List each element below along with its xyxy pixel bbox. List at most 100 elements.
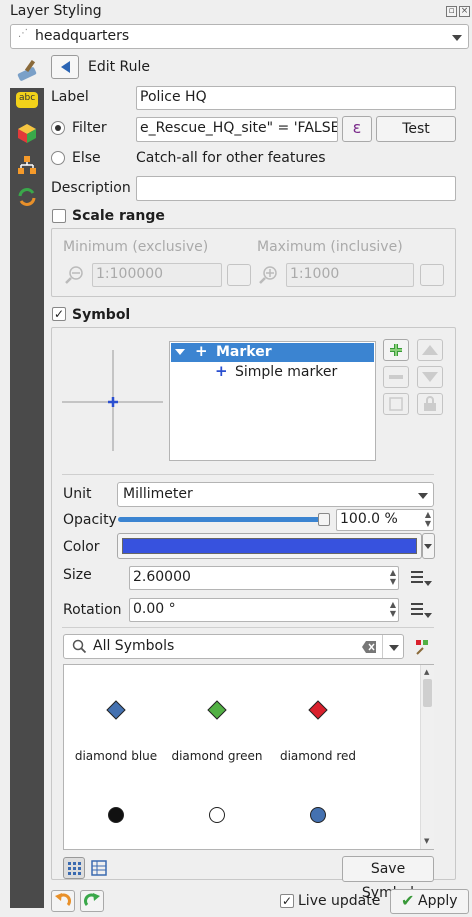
back-arrow-icon	[61, 61, 70, 73]
chevron-down-icon	[418, 493, 428, 499]
else-description: Catch-all for other features	[136, 150, 326, 166]
label-caption: Label	[51, 89, 89, 105]
labels-icon[interactable]: abc	[16, 92, 38, 108]
chevron-down-icon	[389, 645, 399, 651]
divider	[62, 627, 434, 628]
back-button[interactable]	[51, 55, 79, 79]
window-title: Layer Styling	[10, 3, 102, 19]
spin-icon[interactable]: ▲ ▼	[425, 510, 431, 528]
symbol-list[interactable]: ▲ ▼ diamond blue diamond green diamond red	[63, 664, 434, 850]
style-brush-icon	[16, 58, 40, 82]
apply-label: Apply	[418, 893, 458, 909]
scrollbar-handle[interactable]	[423, 679, 432, 707]
scale-range-checkbox[interactable]	[52, 209, 66, 223]
min-scale-map-button[interactable]	[227, 264, 251, 286]
max-scale-caption: Maximum (inclusive)	[257, 239, 403, 255]
list-view-button[interactable]	[89, 858, 109, 878]
symbol-item[interactable]: diamond red	[268, 699, 368, 763]
styling-sidebar: abc	[10, 88, 44, 908]
remove-layer-button[interactable]	[383, 366, 409, 388]
circle-symbol-icon	[66, 804, 166, 826]
symbol-item[interactable]	[167, 804, 267, 854]
icon-view-button[interactable]	[63, 857, 85, 879]
circle-symbol-icon	[167, 804, 267, 826]
divider	[62, 474, 434, 475]
opacity-input[interactable]: 100.0 % ▲ ▼	[336, 509, 434, 531]
duplicate-layer-button[interactable]	[383, 393, 409, 415]
opacity-value: 100.0 %	[340, 511, 398, 527]
unit-value: Millimeter	[123, 486, 193, 502]
test-button[interactable]: Test	[376, 116, 456, 142]
circle-symbol-icon	[268, 804, 368, 826]
move-up-button[interactable]	[417, 339, 443, 361]
diamond-symbol-icon	[66, 699, 166, 721]
lock-layer-button[interactable]	[417, 393, 443, 415]
unit-selector[interactable]: Millimeter	[117, 482, 434, 507]
symbol-list-scrollbar[interactable]: ▲ ▼	[420, 665, 434, 849]
description-input[interactable]	[136, 176, 456, 201]
else-radio[interactable]	[51, 151, 65, 165]
tree-item-simple-marker[interactable]: + Simple marker	[171, 362, 374, 382]
label-input[interactable]: Police HQ	[136, 86, 456, 110]
data-defined-override-icon[interactable]	[408, 599, 434, 621]
symbol-layer-tree[interactable]: + Marker + Simple marker	[169, 341, 376, 461]
redo-button[interactable]	[80, 890, 104, 912]
float-icon[interactable]: ▫	[446, 6, 457, 17]
spin-icon[interactable]: ▲ ▼	[390, 568, 396, 586]
min-scale-input[interactable]: 1:100000	[92, 263, 222, 287]
symbol-item[interactable]: diamond blue	[66, 699, 166, 763]
symbol-checkbox[interactable]: ✓	[52, 307, 66, 321]
color-caption: Color	[63, 539, 100, 555]
symbol-library-search[interactable]: All Symbols	[63, 634, 404, 659]
max-scale-input[interactable]: 1:1000	[286, 263, 414, 287]
opacity-caption: Opacity	[63, 512, 117, 528]
rotation-value: 0.00 °	[133, 601, 176, 617]
opacity-slider-fill	[118, 517, 324, 522]
clear-icon[interactable]	[362, 641, 376, 653]
expression-builder-button[interactable]: ε	[342, 116, 372, 142]
filter-radio[interactable]	[51, 121, 65, 135]
marker-cross-icon: +	[215, 362, 228, 380]
undo-button[interactable]	[51, 890, 75, 912]
layer-selector[interactable]: ⋰ headquarters	[10, 24, 469, 49]
max-scale-map-button[interactable]	[420, 264, 444, 286]
3d-view-icon[interactable]	[16, 122, 38, 144]
close-icon[interactable]: ×	[459, 6, 470, 17]
diamond-symbol-icon	[268, 699, 368, 721]
symbol-item[interactable]: diamond green	[167, 699, 267, 763]
zoom-in-icon	[257, 264, 279, 286]
add-layer-button[interactable]	[383, 339, 409, 361]
search-icon	[72, 639, 88, 655]
apply-button[interactable]: ✔ Apply	[390, 889, 469, 914]
opacity-slider-handle[interactable]	[318, 513, 330, 526]
symbol-item[interactable]	[66, 804, 166, 854]
tree-item-marker[interactable]: + Marker	[171, 342, 374, 362]
symbol-item[interactable]	[268, 804, 368, 854]
move-down-button[interactable]	[417, 366, 443, 388]
size-input[interactable]: 2.60000 ▲ ▼	[129, 566, 399, 590]
save-symbol-button[interactable]: Save Symbol	[342, 856, 434, 901]
live-update-label: Live update	[298, 893, 381, 909]
opacity-slider[interactable]	[118, 513, 330, 527]
expand-icon[interactable]	[175, 349, 185, 355]
symbol-name: diamond green	[171, 749, 263, 763]
description-caption: Description	[51, 180, 131, 196]
filter-expression-input[interactable]: e_Rescue_HQ_site" = 'FALSE'	[136, 117, 338, 142]
checkmark-icon: ✔	[401, 891, 415, 910]
tree-root-label: Marker	[216, 344, 272, 360]
data-defined-override-icon[interactable]	[408, 567, 434, 589]
style-manager-icon[interactable]	[413, 636, 433, 656]
history-icon[interactable]	[16, 186, 38, 208]
live-update-checkbox[interactable]: ✓	[280, 894, 294, 908]
panel-title: Edit Rule	[88, 59, 151, 75]
scale-range-title: Scale range	[72, 208, 165, 224]
symbol-name: diamond red	[279, 749, 357, 763]
else-caption: Else	[72, 150, 101, 166]
color-menu-button[interactable]	[422, 533, 435, 559]
diagrams-icon[interactable]	[16, 154, 38, 176]
rotation-input[interactable]: 0.00 ° ▲ ▼	[129, 598, 399, 622]
min-scale-caption: Minimum (exclusive)	[63, 239, 209, 255]
color-button[interactable]	[117, 533, 422, 559]
spin-icon[interactable]: ▲ ▼	[390, 600, 396, 618]
symbol-preview	[62, 350, 164, 452]
